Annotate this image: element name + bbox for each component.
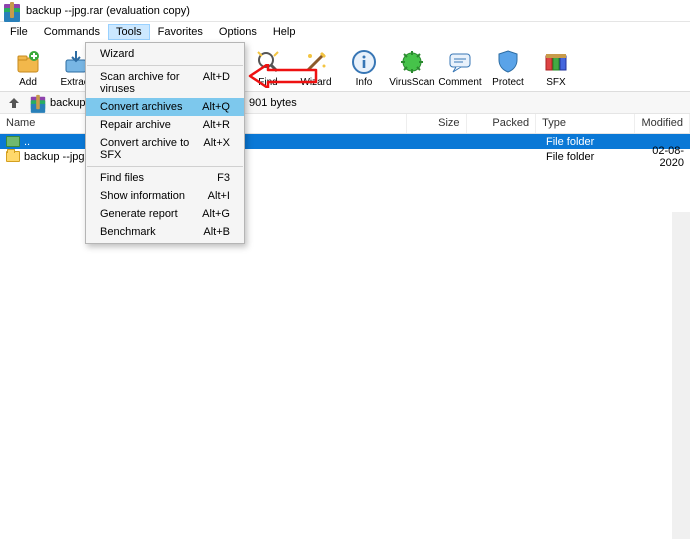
menu-scan-viruses[interactable]: Scan archive for virusesAlt+D (86, 68, 244, 98)
menu-tools[interactable]: Tools (108, 24, 150, 40)
tools-dropdown: Wizard Scan archive for virusesAlt+D Con… (85, 42, 245, 244)
sfx-button[interactable]: SFX (532, 48, 580, 88)
comment-button[interactable]: Comment (436, 48, 484, 88)
sfx-icon (542, 48, 570, 76)
menu-repair-archive[interactable]: Repair archiveAlt+R (86, 116, 244, 134)
info-button[interactable]: Info (340, 48, 388, 88)
parent-folder-icon (6, 136, 20, 147)
list-item-name: backup --jpg (24, 151, 85, 163)
menu-help[interactable]: Help (265, 24, 304, 40)
window-title: backup --jpg.rar (evaluation copy) (26, 5, 190, 17)
menu-show-information[interactable]: Show informationAlt+I (86, 187, 244, 205)
menu-wizard[interactable]: Wizard (86, 45, 244, 63)
archive-info-fragment: 901 bytes (249, 97, 297, 109)
app-window: backup --jpg.rar (evaluation copy) File … (0, 0, 690, 539)
wizard-icon (302, 48, 330, 76)
vertical-scrollbar[interactable] (672, 212, 690, 539)
sfx-label: SFX (546, 77, 565, 88)
list-item-name: .. (24, 136, 30, 148)
menu-file[interactable]: File (2, 24, 36, 40)
col-modified-header[interactable]: Modified (635, 114, 690, 133)
virusscan-icon (398, 48, 426, 76)
find-icon (254, 48, 282, 76)
menu-convert-archives[interactable]: Convert archivesAlt+Q (86, 98, 244, 116)
comment-icon (446, 48, 474, 76)
list-item-type: File folder (540, 151, 640, 163)
virusscan-label: VirusScan (389, 77, 434, 88)
find-button[interactable]: Find (244, 48, 292, 88)
add-icon (14, 48, 42, 76)
info-label: Info (356, 77, 373, 88)
menu-commands[interactable]: Commands (36, 24, 108, 40)
titlebar: backup --jpg.rar (evaluation copy) (0, 0, 690, 22)
wizard-button[interactable]: Wizard (292, 48, 340, 88)
wizard-label: Wizard (300, 77, 331, 88)
menu-separator (87, 65, 243, 66)
list-item-type: File folder (540, 136, 640, 148)
list-item-modified: 02-08-2020 (640, 145, 690, 169)
menu-find-files[interactable]: Find filesF3 (86, 169, 244, 187)
folder-icon (6, 151, 20, 162)
menu-separator (87, 166, 243, 167)
find-label: Find (258, 77, 277, 88)
col-packed-header[interactable]: Packed (467, 114, 537, 133)
menu-options[interactable]: Options (211, 24, 265, 40)
protect-button[interactable]: Protect (484, 48, 532, 88)
menu-convert-sfx[interactable]: Convert archive to SFXAlt+X (86, 134, 244, 164)
virusscan-button[interactable]: VirusScan (388, 48, 436, 88)
add-label: Add (19, 77, 37, 88)
menu-favorites[interactable]: Favorites (150, 24, 211, 40)
archive-icon (31, 96, 45, 109)
app-icon (4, 3, 20, 19)
col-size-header[interactable]: Size (407, 114, 467, 133)
info-icon (350, 48, 378, 76)
menubar: File Commands Tools Favorites Options He… (0, 22, 690, 42)
up-button[interactable] (4, 94, 24, 112)
col-type-header[interactable]: Type (536, 114, 635, 133)
comment-label: Comment (438, 77, 481, 88)
add-button[interactable]: Add (4, 48, 52, 88)
protect-label: Protect (492, 77, 524, 88)
protect-icon (494, 48, 522, 76)
menu-benchmark[interactable]: BenchmarkAlt+B (86, 223, 244, 241)
menu-generate-report[interactable]: Generate reportAlt+G (86, 205, 244, 223)
